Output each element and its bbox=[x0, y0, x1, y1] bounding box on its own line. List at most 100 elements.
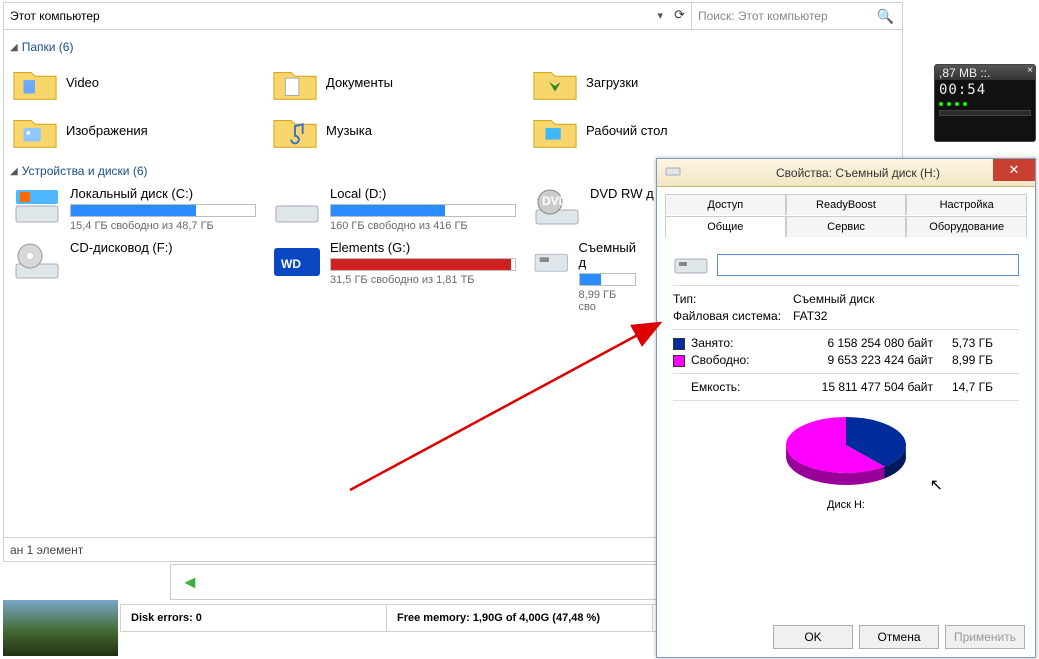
search-placeholder: Поиск: Этот компьютер bbox=[698, 9, 828, 23]
free-memory-cell: Free memory: 1,90G of 4,00G (47,48 %) bbox=[387, 605, 653, 631]
folder-icon bbox=[532, 110, 578, 150]
drives-header-text: Устройства и диски (6) bbox=[22, 164, 148, 178]
drive-tile[interactable]: CD-дисковод (F:) bbox=[4, 236, 264, 317]
used-label: Занято: bbox=[691, 336, 733, 350]
folder-tile[interactable]: Изображения bbox=[4, 106, 264, 154]
collapse-icon: ◢ bbox=[10, 166, 18, 177]
volume-label-input[interactable] bbox=[717, 254, 1019, 276]
properties-dialog: Свойства: Съемный диск (H:) ✕ Доступ Rea… bbox=[656, 158, 1036, 658]
cap-h: 14,7 ГБ bbox=[933, 380, 993, 394]
dialog-buttons: OK Отмена Применить bbox=[773, 625, 1025, 649]
tab-readyboost[interactable]: ReadyBoost bbox=[786, 194, 907, 215]
cd-icon bbox=[12, 240, 62, 284]
drive-sub: 8,99 ГБ сво bbox=[579, 289, 636, 313]
search-box[interactable]: Поиск: Этот компьютер 🔍 bbox=[692, 3, 902, 29]
tab-service[interactable]: Сервис bbox=[786, 216, 907, 237]
drive-name: CD-дисковод (F:) bbox=[70, 240, 256, 255]
drive-name: Локальный диск (C:) bbox=[70, 186, 256, 201]
folder-tile[interactable]: Загрузки bbox=[524, 58, 784, 106]
type-value: Съемный диск bbox=[793, 292, 874, 306]
drive-tile[interactable]: Локальный диск (C:) 15,4 ГБ свободно из … bbox=[4, 182, 264, 236]
drive-tile[interactable]: WD Elements (G:) 31,5 ГБ свободно из 1,8… bbox=[264, 236, 524, 317]
tab-hardware[interactable]: Оборудование bbox=[906, 216, 1027, 237]
used-h: 5,73 ГБ bbox=[933, 336, 993, 350]
drive-bar bbox=[330, 204, 516, 217]
dialog-titlebar[interactable]: Свойства: Съемный диск (H:) ✕ bbox=[657, 159, 1035, 187]
free-label: Свободно: bbox=[691, 353, 750, 367]
folder-label: Рабочий стол bbox=[586, 123, 668, 138]
drive-bar bbox=[579, 273, 636, 286]
dialog-title-text: Свойства: Съемный диск (H:) bbox=[689, 166, 1027, 180]
gadget-leds bbox=[935, 100, 1035, 108]
desktop-gadget[interactable]: ,87 MB ::. × 00:54 bbox=[934, 64, 1036, 142]
folder-label: Музыка bbox=[326, 123, 372, 138]
used-swatch bbox=[673, 338, 685, 350]
free-h: 8,99 ГБ bbox=[933, 353, 993, 367]
address-bar: Этот компьютер ▾ ⟳ Поиск: Этот компьютер… bbox=[4, 3, 902, 30]
disk-title-icon bbox=[665, 165, 681, 180]
cap-bytes: 15 811 477 504 байт bbox=[793, 380, 933, 394]
free-bytes: 9 653 223 424 байт bbox=[793, 353, 933, 367]
folder-label: Документы bbox=[326, 75, 393, 90]
cap-label: Емкость: bbox=[673, 380, 793, 394]
cancel-button[interactable]: Отмена bbox=[859, 625, 939, 649]
folders-header-text: Папки (6) bbox=[22, 40, 74, 54]
refresh-icon[interactable]: ⟳ bbox=[674, 7, 685, 23]
folder-icon bbox=[12, 62, 58, 102]
drive-tile[interactable]: Съемный д 8,99 ГБ сво bbox=[524, 236, 644, 317]
drive-name: Съемный д bbox=[579, 240, 636, 270]
tab-row-top: Доступ ReadyBoost Настройка bbox=[665, 193, 1027, 215]
folder-label: Изображения bbox=[66, 123, 148, 138]
tab-general[interactable]: Общие bbox=[665, 216, 786, 237]
drive-sub: 160 ГБ свободно из 416 ГБ bbox=[330, 220, 516, 232]
close-icon[interactable]: × bbox=[1027, 65, 1033, 76]
folder-icon bbox=[272, 110, 318, 150]
wd-drive-icon: WD bbox=[272, 240, 322, 284]
cursor-icon: ↖ bbox=[930, 475, 943, 495]
folder-tile[interactable]: Video bbox=[4, 58, 264, 106]
free-swatch bbox=[673, 355, 685, 367]
tab-access[interactable]: Доступ bbox=[665, 194, 786, 215]
folder-tile[interactable]: Рабочий стол bbox=[524, 106, 784, 154]
folder-icon bbox=[12, 110, 58, 150]
drive-name: Local (D:) bbox=[330, 186, 516, 201]
folder-label: Video bbox=[66, 75, 99, 90]
drive-name: Elements (G:) bbox=[330, 240, 516, 255]
pie-label: Диск H: bbox=[673, 499, 1019, 511]
search-icon: 🔍 bbox=[877, 8, 894, 25]
apply-button[interactable]: Применить bbox=[945, 625, 1025, 649]
disk-errors-cell: Disk errors: 0 bbox=[121, 605, 387, 631]
fs-label: Файловая система: bbox=[673, 309, 793, 323]
folder-tile[interactable]: Документы bbox=[264, 58, 524, 106]
path-text: Этот компьютер bbox=[10, 9, 100, 23]
folder-icon bbox=[272, 62, 318, 102]
drive-icon bbox=[272, 186, 322, 230]
drive-icon bbox=[12, 186, 62, 230]
dvd-icon: DVD bbox=[532, 186, 582, 230]
folder-tile[interactable]: Музыка bbox=[264, 106, 524, 154]
path-box[interactable]: Этот компьютер ▾ ⟳ bbox=[4, 3, 692, 29]
tab-settings[interactable]: Настройка bbox=[906, 194, 1027, 215]
drive-sub: 15,4 ГБ свободно из 48,7 ГБ bbox=[70, 220, 256, 232]
gadget-title: ,87 MB ::. × bbox=[935, 65, 1035, 80]
dialog-body: Тип:Съемный диск Файловая система:FAT32 … bbox=[657, 237, 1035, 519]
chevron-down-icon[interactable]: ▾ bbox=[657, 9, 663, 22]
disk-icon bbox=[673, 251, 709, 279]
collapse-icon: ◢ bbox=[10, 42, 18, 53]
pie-chart: Диск H: bbox=[673, 411, 1019, 511]
ok-button[interactable]: OK bbox=[773, 625, 853, 649]
drive-sub: 31,5 ГБ свободно из 1,81 ТБ bbox=[330, 274, 516, 286]
tab-row-bottom: Общие Сервис Оборудование bbox=[665, 215, 1027, 237]
svg-text:WD: WD bbox=[281, 257, 301, 271]
folder-label: Загрузки bbox=[586, 75, 638, 90]
folder-icon bbox=[532, 62, 578, 102]
fs-value: FAT32 bbox=[793, 309, 827, 323]
gadget-clock: 00:54 bbox=[935, 80, 1035, 100]
drive-tile[interactable]: Local (D:) 160 ГБ свободно из 416 ГБ bbox=[264, 182, 524, 236]
folders-header[interactable]: ◢ Папки (6) bbox=[4, 30, 902, 58]
removable-drive-icon bbox=[532, 240, 571, 284]
svg-text:DVD: DVD bbox=[542, 194, 568, 208]
folders-grid: Video Документы Загрузки Изображения Муз… bbox=[4, 58, 902, 154]
type-label: Тип: bbox=[673, 292, 793, 306]
close-button[interactable]: ✕ bbox=[993, 159, 1035, 181]
